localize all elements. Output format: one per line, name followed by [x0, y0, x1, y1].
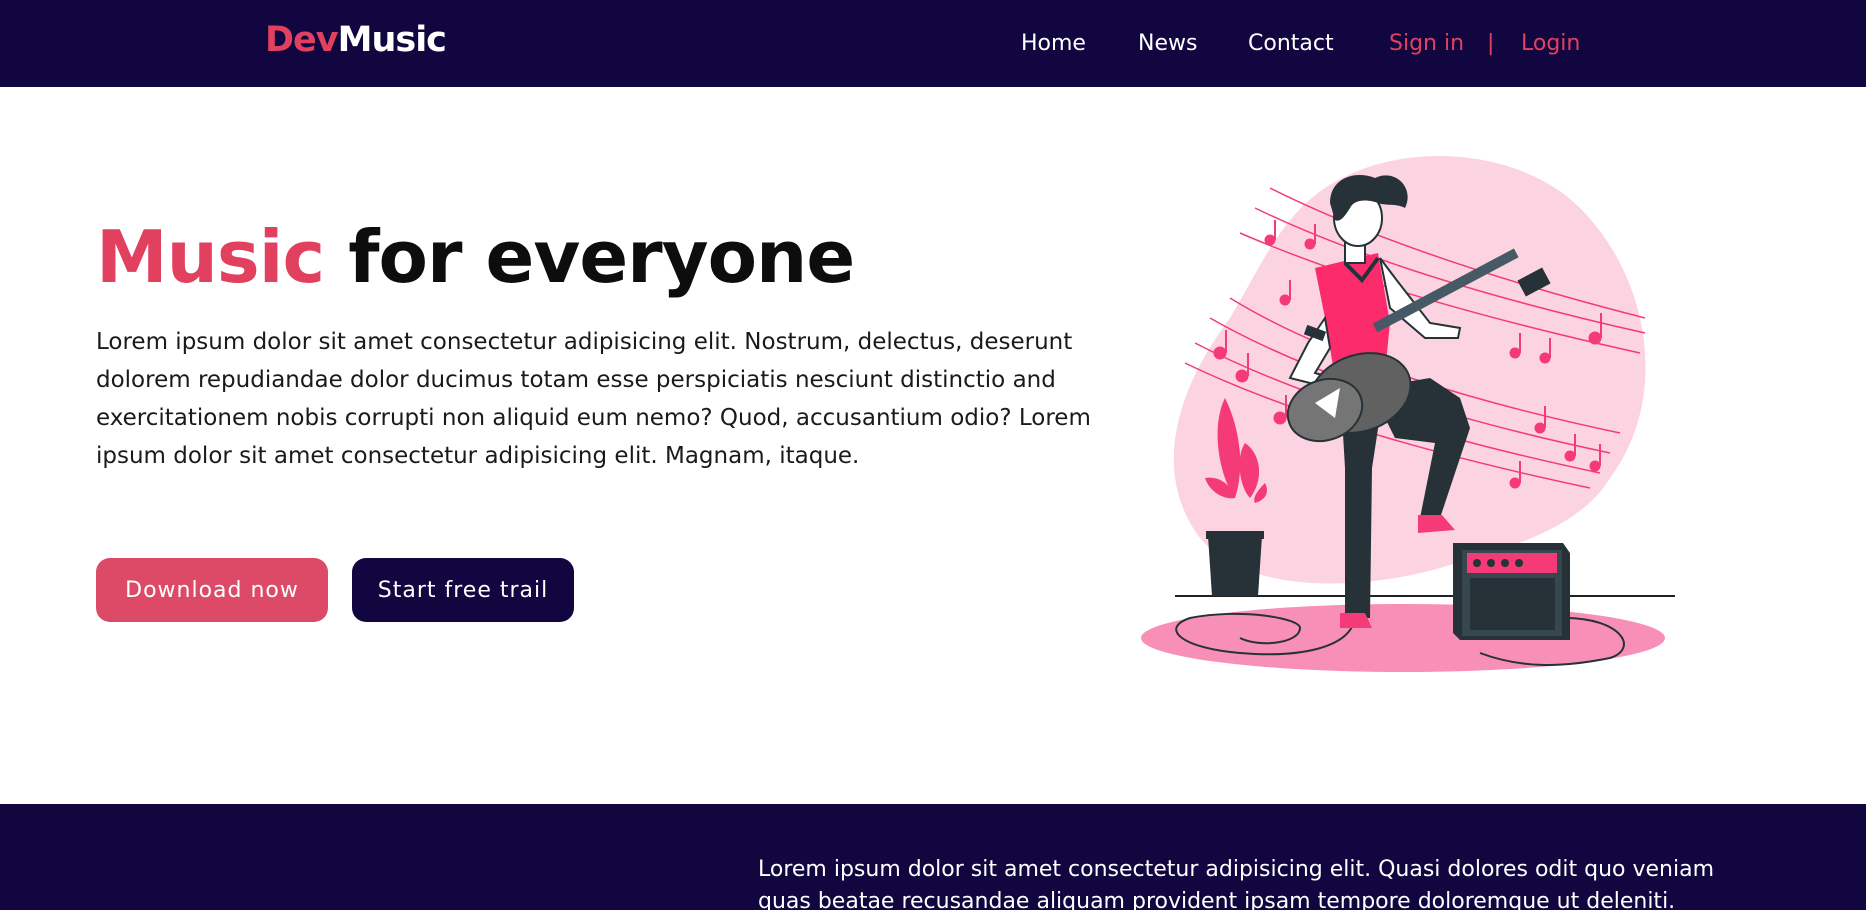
features-section: Lorem ipsum dolor sit amet consectetur a… [0, 804, 1866, 910]
nav-item-login: Login [1521, 0, 1580, 87]
amplifier [1453, 543, 1570, 640]
hero-title: Music for everyone [96, 212, 855, 302]
guitarist-illustration [1140, 148, 1680, 676]
features-description: Lorem ipsum dolor sit amet consectetur a… [758, 857, 1715, 910]
start-free-trial-button[interactable]: Start free trail [352, 558, 574, 622]
nav-link-login[interactable]: Login [1521, 31, 1580, 56]
brand-logo[interactable]: DevMusic [265, 18, 447, 63]
illustration-blob [1173, 155, 1646, 584]
nav-separator: | [1487, 31, 1495, 56]
nav-item-sign-in: Sign in [1389, 0, 1464, 87]
hero-title-rest: for everyone [324, 215, 855, 299]
nav-item-news: News [1138, 0, 1197, 87]
brand-logo-music: Music [337, 20, 447, 60]
hero-title-accent: Music [96, 215, 325, 299]
hero-description: Lorem ipsum dolor sit amet consectetur a… [96, 329, 1091, 469]
brand-logo-dev: Dev [265, 20, 339, 60]
nav-item-home: Home [1021, 0, 1086, 87]
nav-item-contact: Contact [1248, 0, 1334, 87]
top-navbar: DevMusic Home News Contact Sign in | Log… [0, 0, 1866, 87]
nav-link-home[interactable]: Home [1021, 31, 1086, 56]
nav-link-sign-in[interactable]: Sign in [1389, 31, 1464, 56]
guitarist-illustration-svg [1141, 155, 1675, 672]
nav-link-news[interactable]: News [1138, 31, 1197, 56]
download-now-button[interactable]: Download now [96, 558, 328, 622]
nav-link-contact[interactable]: Contact [1248, 31, 1334, 56]
